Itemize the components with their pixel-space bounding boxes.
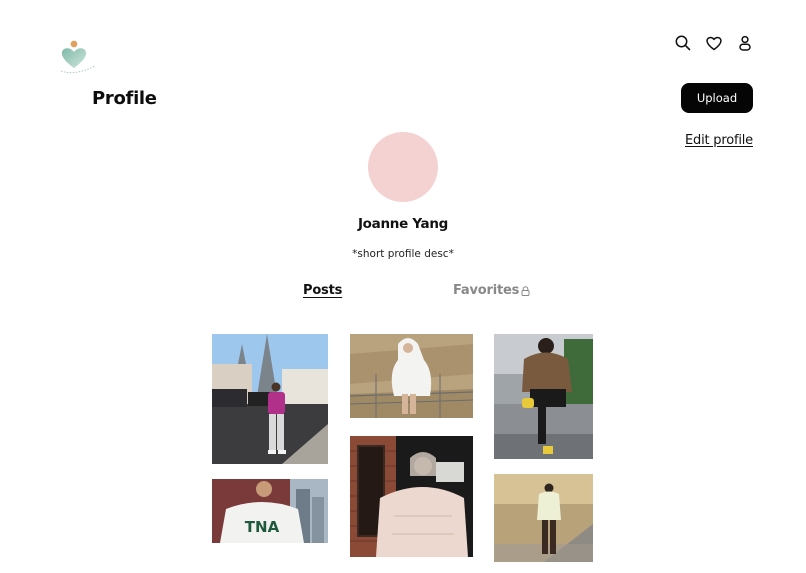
post-photo[interactable]: TNA (212, 479, 328, 543)
edit-profile-link[interactable]: Edit profile (685, 133, 753, 148)
brand-logo[interactable] (57, 38, 99, 78)
lock-icon (521, 285, 530, 296)
profile-description: *short profile desc* (352, 248, 454, 260)
page-title: Profile (92, 88, 157, 109)
top-nav-icons (674, 34, 754, 52)
tab-favorites-label: Favorites (453, 283, 520, 298)
post-photo[interactable] (494, 474, 593, 562)
user-icon[interactable] (736, 34, 754, 52)
post-photo[interactable] (350, 334, 473, 418)
profile-name: Joanne Yang (357, 216, 449, 232)
post-photo[interactable] (350, 436, 473, 557)
sweatshirt-print: TNA (245, 518, 280, 536)
avatar[interactable] (368, 132, 438, 202)
post-photo[interactable] (212, 334, 328, 464)
heart-logo-icon (60, 40, 96, 74)
search-icon[interactable] (674, 34, 692, 52)
tab-posts[interactable]: Posts (303, 283, 342, 298)
post-photo[interactable] (494, 334, 593, 459)
upload-button[interactable]: Upload (681, 83, 753, 113)
tab-favorites[interactable]: Favorites (453, 283, 530, 298)
heart-icon[interactable] (705, 34, 723, 52)
